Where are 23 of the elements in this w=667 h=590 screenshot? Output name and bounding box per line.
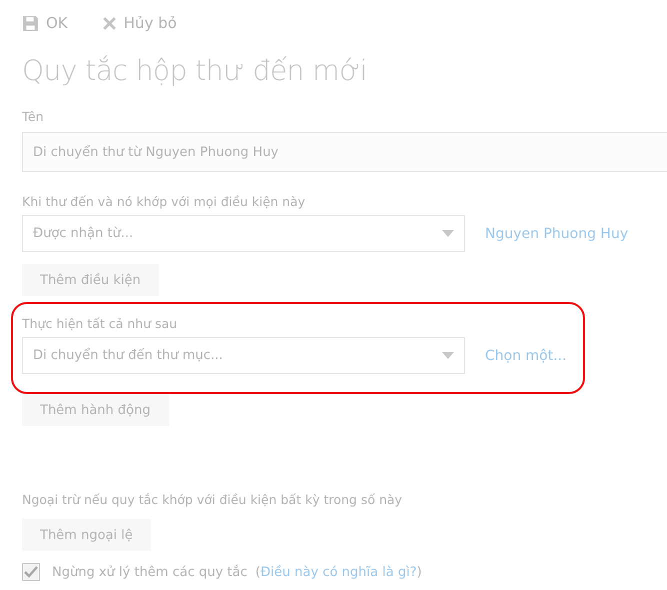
- link[interactable]: Nguyen Phuong Huy: [485, 226, 628, 242]
- page-title: Quy tắc hộp thư đến mới: [22, 54, 368, 87]
- section-label: Khi thư đến và nó khớp với mọi điều kiện này: [22, 194, 306, 209]
- help-note: (Điều này có nghĩa là gì?): [255, 564, 422, 580]
- cancel-button[interactable]: Hủy bỏ: [102, 10, 177, 36]
- checkbox[interactable]: [22, 563, 40, 581]
- caret-icon: [442, 230, 454, 237]
- name-input-field[interactable]: Di chuyển thư từ Nguyen Phuong Huy: [22, 132, 667, 172]
- section-label: Thực hiện tất cả như sau: [22, 316, 178, 331]
- add-button[interactable]: Thêm điều kiện: [22, 264, 159, 296]
- add-button[interactable]: Thêm ngoại lệ: [22, 519, 151, 551]
- ok-button[interactable]: OK: [22, 10, 68, 36]
- checkbox-label: Ngừng xử lý thêm các quy tắc: [52, 564, 248, 580]
- link[interactable]: Chọn một...: [485, 348, 567, 364]
- save-icon: [22, 14, 39, 32]
- field-label: Tên: [22, 109, 44, 124]
- dropdown[interactable]: Được nhận từ...: [22, 215, 465, 252]
- add-button[interactable]: Thêm hành động: [22, 394, 168, 426]
- close-icon: [102, 16, 117, 30]
- section-label: Ngoại trừ nếu quy tắc khớp với điều kiện bất kỳ trong số này: [22, 492, 404, 507]
- dropdown[interactable]: Di chuyển thư đến thư mục...: [22, 337, 465, 374]
- caret-icon: [442, 352, 454, 359]
- help-link[interactable]: Điều này có nghĩa là gì?: [260, 564, 417, 580]
